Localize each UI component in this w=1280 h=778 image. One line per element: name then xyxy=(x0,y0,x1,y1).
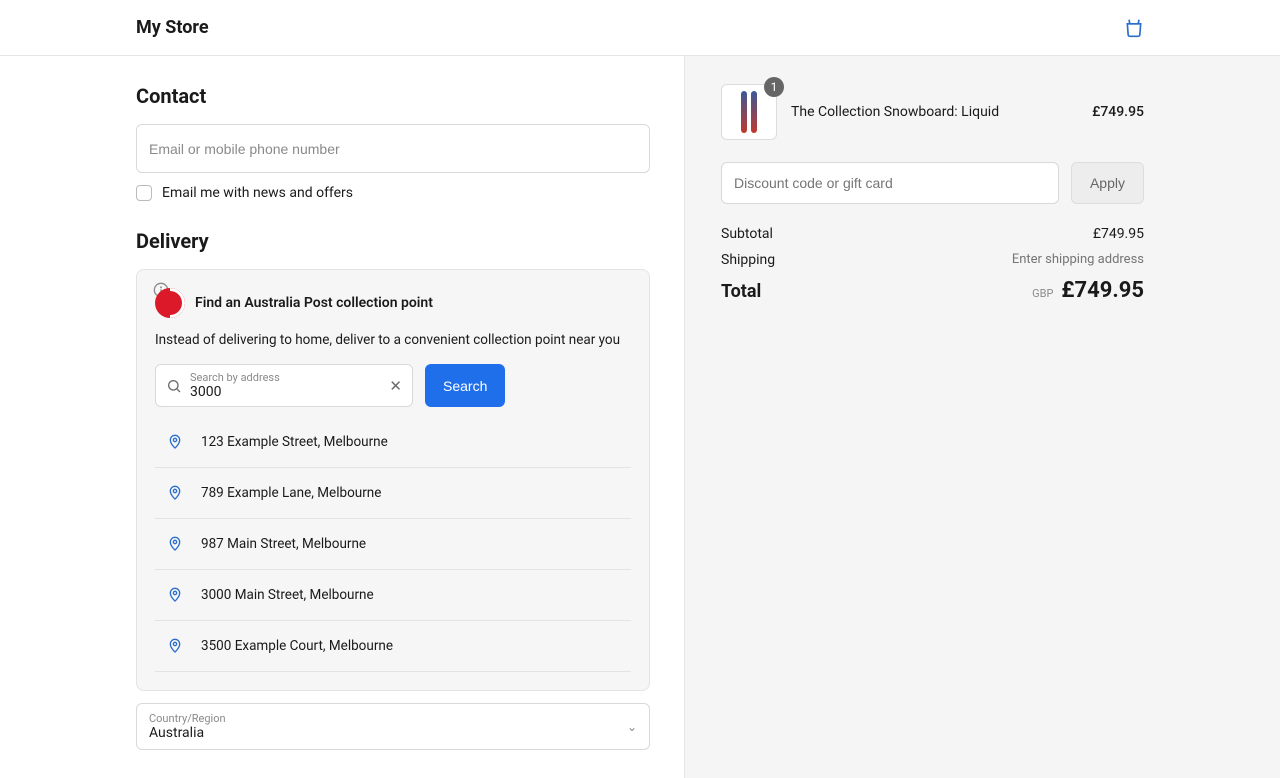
search-value: 3000 xyxy=(190,384,381,400)
list-item[interactable]: 987 Main Street, Melbourne xyxy=(155,519,631,570)
delivery-box: Find an Australia Post collection point … xyxy=(136,269,650,691)
cart-item: 1 The Collection Snowboard: Liquid £749.… xyxy=(721,84,1144,140)
list-item[interactable]: 3000 Main Street, Melbourne xyxy=(155,570,631,621)
list-item[interactable]: 3500 Example Court, Melbourne xyxy=(155,621,631,672)
search-label: Search by address xyxy=(190,371,381,384)
delivery-desc: Instead of delivering to home, deliver t… xyxy=(155,332,631,348)
contact-input-wrap[interactable] xyxy=(136,124,650,173)
header: My Store xyxy=(0,0,1280,56)
country-select[interactable]: Country/Region Australia ⌄ xyxy=(136,703,650,750)
store-title[interactable]: My Store xyxy=(136,17,209,38)
qty-badge: 1 xyxy=(764,77,784,97)
shipping-row: Shipping Enter shipping address xyxy=(721,252,1144,268)
list-item[interactable]: 123 Example Street, Melbourne xyxy=(155,417,631,468)
chevron-down-icon: ⌄ xyxy=(627,720,637,734)
country-value: Australia xyxy=(149,725,226,741)
news-label: Email me with news and offers xyxy=(162,185,353,201)
discount-input[interactable] xyxy=(721,162,1059,204)
delivery-title: Find an Australia Post collection point xyxy=(195,295,433,311)
contact-heading: Contact xyxy=(136,84,650,108)
pin-icon xyxy=(167,483,183,503)
aus-post-icon xyxy=(155,288,185,318)
pin-icon xyxy=(167,534,183,554)
total-price: £749.95 xyxy=(1061,278,1144,303)
pin-icon xyxy=(167,432,183,452)
search-button[interactable]: Search xyxy=(425,364,505,407)
search-box[interactable]: Search by address 3000 ✕ xyxy=(155,364,413,407)
pin-icon xyxy=(167,636,183,656)
clear-icon[interactable]: ✕ xyxy=(389,377,402,395)
apply-button[interactable]: Apply xyxy=(1071,162,1144,204)
results-list: 123 Example Street, Melbourne 789 Exampl… xyxy=(155,417,631,672)
country-label: Country/Region xyxy=(149,712,226,725)
checkbox-icon[interactable] xyxy=(136,185,152,201)
pin-icon xyxy=(167,585,183,605)
cart-icon[interactable] xyxy=(1124,17,1144,39)
product-name: The Collection Snowboard: Liquid xyxy=(791,104,1078,120)
product-price: £749.95 xyxy=(1092,104,1144,120)
delivery-heading: Delivery xyxy=(136,229,650,253)
total-row: Total GBP £749.95 xyxy=(721,278,1144,303)
product-thumb: 1 xyxy=(721,84,777,140)
email-input[interactable] xyxy=(149,141,637,157)
search-icon xyxy=(166,378,182,394)
news-checkbox-row[interactable]: Email me with news and offers xyxy=(136,185,650,201)
subtotal-row: Subtotal £749.95 xyxy=(721,226,1144,242)
list-item[interactable]: 789 Example Lane, Melbourne xyxy=(155,468,631,519)
currency-code: GBP xyxy=(1032,287,1053,300)
